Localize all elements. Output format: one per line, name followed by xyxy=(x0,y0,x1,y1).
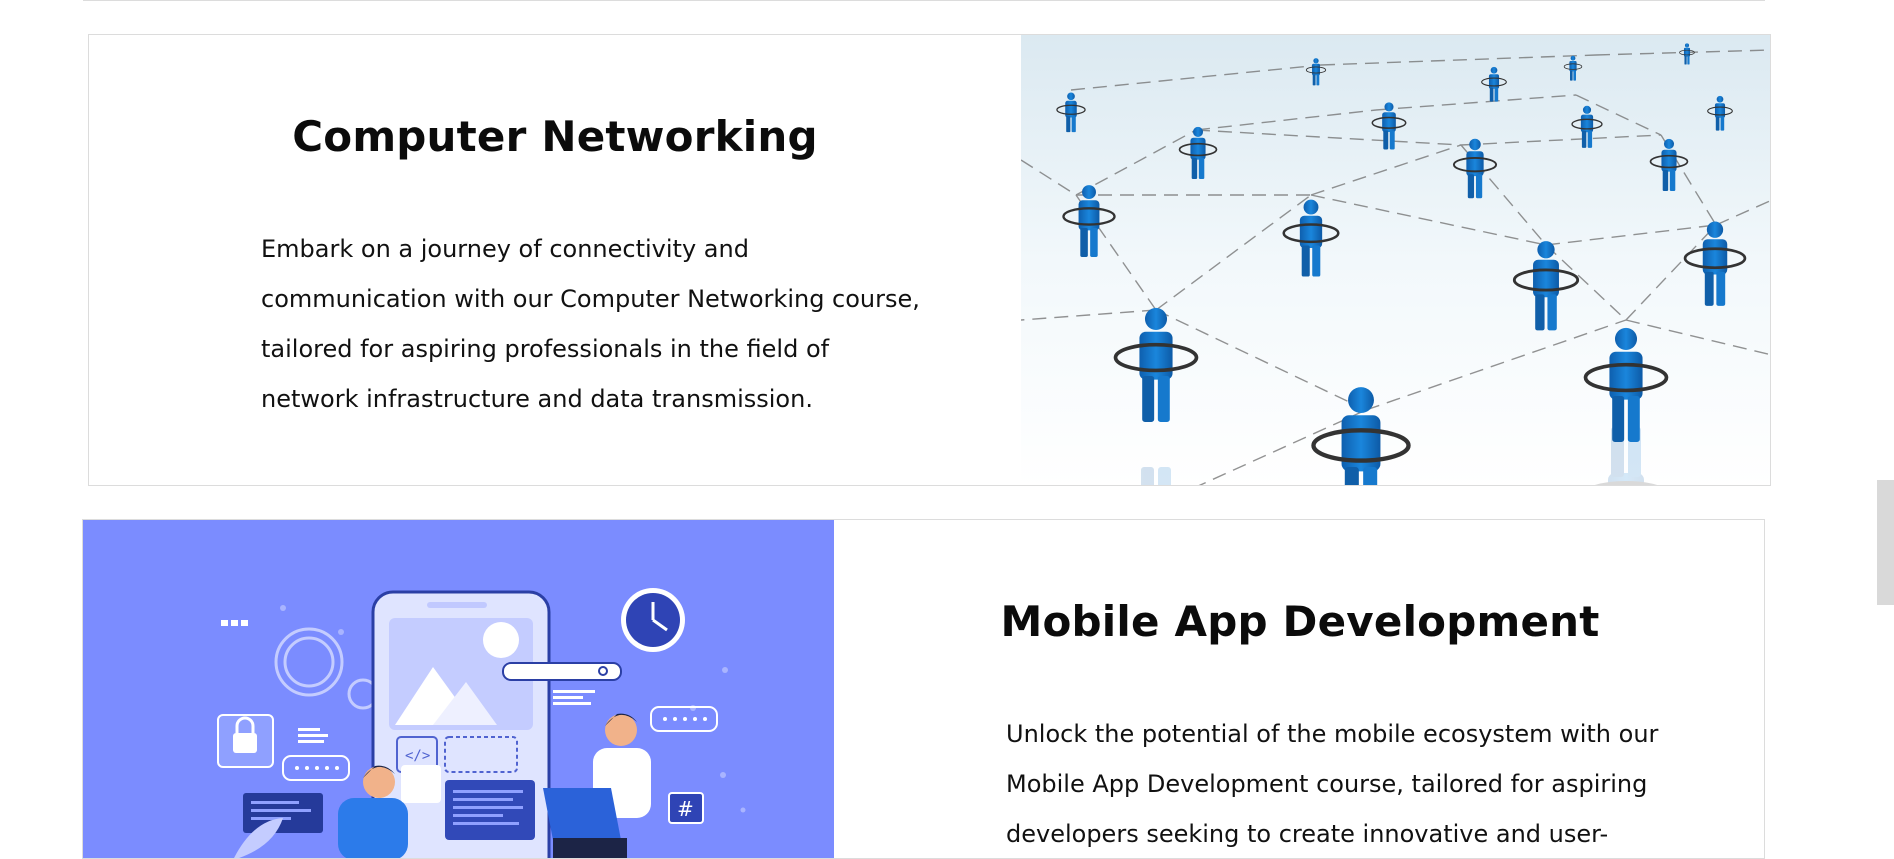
course-text-block: Computer Networking Embark on a journey … xyxy=(89,35,1021,485)
scrollbar-thumb[interactable] xyxy=(1877,480,1894,605)
course-title: Computer Networking xyxy=(292,112,818,161)
svg-text:#: # xyxy=(677,797,694,821)
section-divider xyxy=(83,0,1765,1)
course-card-mobile-app-development[interactable]: </> # Mobile App Development Unlock the … xyxy=(82,519,1765,859)
course-description: Unlock the potential of the mobile ecosy… xyxy=(1006,720,1659,848)
course-text-block: Mobile App Development Unlock the potent… xyxy=(834,520,1764,858)
network-people-icon xyxy=(1020,35,1770,485)
svg-text:</>: </> xyxy=(405,748,430,764)
mobile-app-illustration-icon: </> # xyxy=(83,520,834,858)
course-title: Mobile App Development xyxy=(1000,597,1600,646)
course-description: Embark on a journey of connectivity and … xyxy=(261,235,920,413)
scrollbar-track[interactable] xyxy=(1874,0,1894,841)
course-card-computer-networking[interactable]: Computer Networking Embark on a journey … xyxy=(88,34,1771,486)
